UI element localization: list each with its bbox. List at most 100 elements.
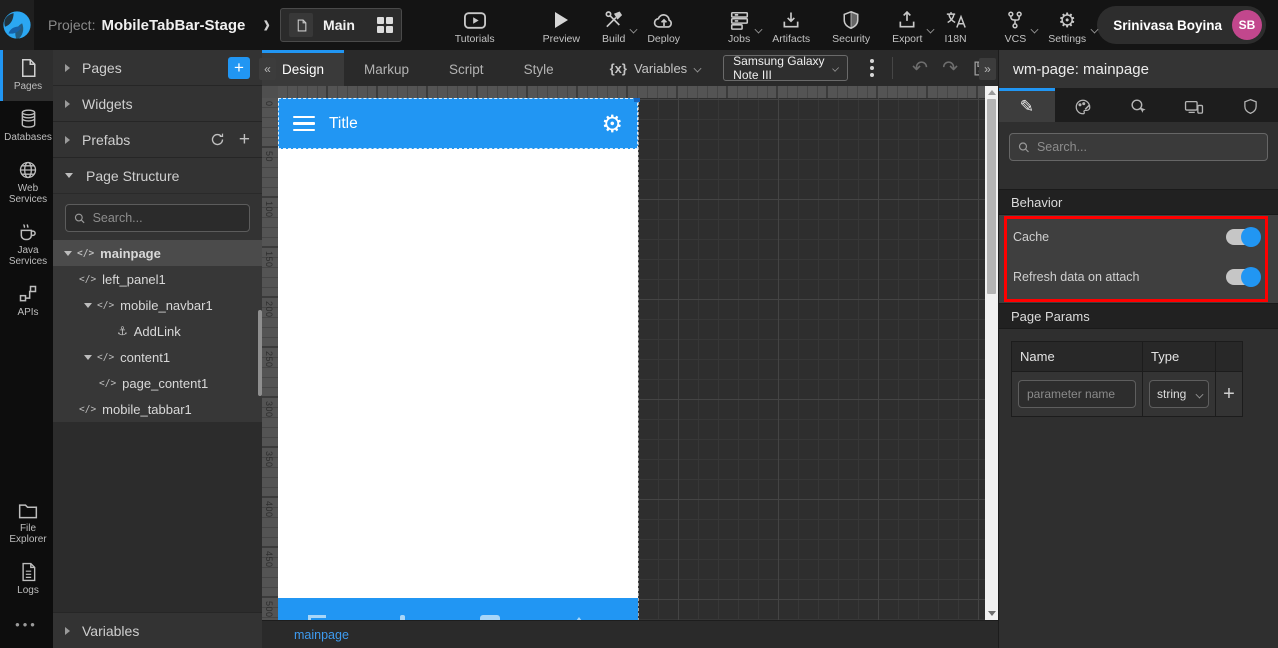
breadcrumb-chevron-icon[interactable]: ›: [263, 10, 270, 40]
tree-item-mobile-navbar1[interactable]: </> mobile_navbar1: [53, 292, 262, 318]
gear-icon[interactable]: ⚙: [601, 112, 623, 136]
refresh-icon[interactable]: [210, 132, 225, 147]
add-prefab-icon[interactable]: +: [239, 129, 250, 151]
grid-icon[interactable]: [376, 17, 393, 33]
palette-icon: [1075, 99, 1091, 114]
sidebar-more-button[interactable]: •••: [0, 605, 53, 648]
properties-panel: wm-page: mainpage ✎ B: [998, 50, 1278, 648]
undo-button[interactable]: ↶: [905, 57, 935, 79]
more-options-kebab-icon[interactable]: [864, 55, 880, 81]
avatar: SB: [1232, 10, 1262, 40]
tab-markup[interactable]: Markup: [344, 50, 429, 86]
export-button[interactable]: Export: [881, 5, 935, 45]
page-params-section-header[interactable]: Page Params: [999, 303, 1278, 329]
deploy-button[interactable]: Deploy: [636, 5, 691, 45]
i18n-translate-icon: [945, 9, 967, 31]
sidebar-item-apis[interactable]: APIs: [0, 276, 53, 327]
search-icon: [74, 213, 85, 223]
page-tab-mainpage[interactable]: mainpage: [294, 628, 349, 642]
page-selector[interactable]: Main: [280, 8, 402, 42]
artifacts-button[interactable]: Artifacts: [761, 5, 821, 45]
add-param-button[interactable]: +: [1222, 384, 1236, 404]
page-content-widget[interactable]: [278, 149, 638, 598]
sidebar-item-databases[interactable]: Databases: [0, 101, 53, 152]
sidebar-item-web-services[interactable]: Web Services: [0, 152, 53, 214]
scroll-up-icon[interactable]: [987, 90, 996, 95]
user-menu[interactable]: Srinivasa Boyina SB: [1097, 6, 1266, 44]
tree-item-page-content1[interactable]: </> page_content1: [53, 370, 262, 396]
canvas-scrollbar[interactable]: [985, 86, 998, 620]
section-prefabs[interactable]: Prefabs +: [53, 122, 262, 158]
param-type-select[interactable]: string: [1149, 380, 1209, 408]
artifacts-download-icon: [781, 9, 801, 31]
tab-script[interactable]: Script: [429, 50, 504, 86]
tree-item-addlink[interactable]: ⚓ AddLink: [53, 318, 262, 344]
tree-item-left-panel1[interactable]: </> left_panel1: [53, 266, 262, 292]
page-selector-value: Main: [323, 17, 355, 33]
selection-handle[interactable]: [634, 98, 640, 102]
mobile-navbar-widget[interactable]: Title ⚙: [278, 98, 640, 149]
variables-menu[interactable]: {x} Variables: [610, 61, 702, 76]
collapsed-caret-icon: [65, 626, 70, 635]
mobile-tabbar-widget[interactable]: [278, 598, 638, 620]
hamburger-menu-icon[interactable]: [293, 115, 315, 132]
tabbar-camera-icon: [480, 615, 500, 620]
sidebar-item-file-explorer[interactable]: File Explorer: [0, 494, 53, 554]
preview-play-icon: [553, 9, 569, 31]
wavemaker-logo[interactable]: [0, 0, 34, 50]
section-pages[interactable]: Pages +: [53, 50, 262, 86]
ruler-corner: [262, 86, 278, 98]
tab-devices[interactable]: [1166, 88, 1223, 122]
build-button[interactable]: Build: [591, 5, 638, 45]
properties-search-input[interactable]: [1036, 140, 1259, 154]
add-page-button[interactable]: +: [228, 56, 250, 79]
tab-style[interactable]: Style: [504, 50, 574, 86]
tab-events[interactable]: [1110, 88, 1167, 122]
tab-styles[interactable]: [1054, 88, 1111, 122]
design-canvas[interactable]: 0 50 100 150 200 250 300 350 400 450 500 Title ⚙: [262, 98, 998, 620]
redo-button[interactable]: ↷: [935, 57, 965, 79]
search-icon: [1018, 141, 1029, 152]
tree-item-mainpage[interactable]: </> mainpage: [53, 240, 262, 266]
ruler-row: [262, 86, 998, 98]
behavior-section-header[interactable]: Behavior: [999, 189, 1278, 215]
section-variables[interactable]: Variables: [53, 612, 262, 648]
sidebar-item-pages[interactable]: Pages: [0, 50, 53, 101]
refresh-data-toggle[interactable]: [1226, 267, 1261, 287]
workspace-toolbar: Design Markup Script Style {x} Variables…: [262, 50, 998, 86]
scrollbar-thumb[interactable]: [987, 99, 996, 294]
param-name-input[interactable]: [1018, 380, 1136, 408]
page-structure-tree: </> mainpage </> left_panel1 </> mobile_…: [53, 240, 262, 422]
tab-properties[interactable]: ✎: [999, 88, 1055, 122]
caret-down-icon[interactable]: [59, 250, 77, 256]
tab-security-rules[interactable]: [1222, 88, 1278, 122]
sidebar-item-logs[interactable]: Logs: [0, 554, 53, 605]
code-icon: </>: [77, 247, 95, 259]
expand-panel-button[interactable]: »: [979, 58, 996, 80]
tutorials-button[interactable]: Tutorials: [444, 5, 506, 45]
globe-icon: [19, 161, 37, 179]
scroll-down-icon[interactable]: [987, 611, 996, 616]
phone-preview[interactable]: Title ⚙: [277, 98, 640, 620]
caret-down-icon[interactable]: [79, 302, 97, 308]
i18n-button[interactable]: I18N: [933, 5, 977, 45]
caret-down-icon[interactable]: [79, 354, 97, 360]
preview-button[interactable]: Preview: [532, 5, 591, 45]
tree-item-mobile-tabbar1[interactable]: </> mobile_tabbar1: [53, 396, 262, 422]
section-widgets[interactable]: Widgets: [53, 86, 262, 122]
security-button[interactable]: Security: [821, 5, 881, 45]
section-page-structure[interactable]: Page Structure: [53, 158, 262, 194]
device-select[interactable]: Samsung Galaxy Note III: [723, 54, 849, 82]
refresh-data-row: Refresh data on attach: [999, 257, 1278, 297]
sidebar-item-java-services[interactable]: Java Services: [0, 214, 53, 276]
code-icon: </>: [79, 403, 97, 415]
tutorials-play-icon: [463, 9, 486, 31]
settings-button[interactable]: ⚙ Settings: [1037, 5, 1099, 45]
tabbar-pin-icon: [400, 615, 405, 620]
jobs-button[interactable]: Jobs: [717, 5, 763, 45]
cache-toggle[interactable]: [1226, 227, 1261, 247]
collapse-panel-button[interactable]: «: [259, 58, 276, 80]
vcs-button[interactable]: VCS: [994, 5, 1039, 45]
tree-item-content1[interactable]: </> content1: [53, 344, 262, 370]
search-input[interactable]: [92, 211, 241, 225]
